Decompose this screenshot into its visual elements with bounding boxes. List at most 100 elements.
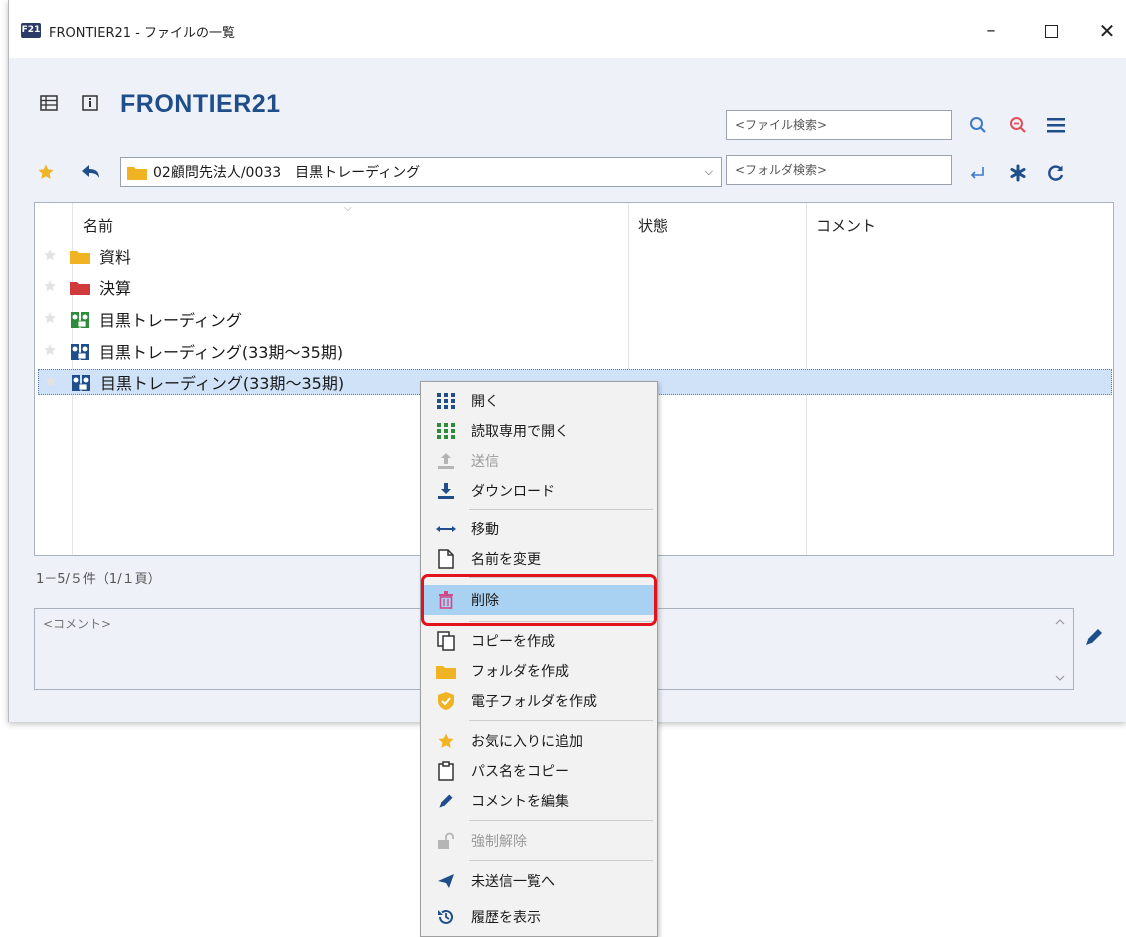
edit-comment-pencil-icon[interactable] [1083,626,1105,652]
download-icon [433,481,459,501]
favorite-star-icon[interactable] [43,342,59,361]
folder-path-dropdown[interactable]: 02顧問先法人/0033 目黒トレーディング ⌵ [120,157,722,187]
menu-item-create-electronic-folder[interactable]: 電子フォルダを作成 [423,686,655,716]
menu-item-delete[interactable]: 削除 [423,585,655,615]
folder-search-input[interactable] [726,155,952,185]
app-logo-icon: F21 [21,23,41,38]
menu-item-label: コピーを作成 [471,634,555,650]
document-icon [433,549,459,569]
info-icon[interactable] [82,95,100,111]
file-name: 資料 [99,248,132,267]
menu-separator [469,577,653,578]
menu-separator [469,820,653,821]
page-count: 1－5/５件（1/１頁） [36,572,161,587]
menu-item-force-unlock[interactable]: 強制解除 [423,826,655,856]
folder-path-text: 02顧問先法人/0033 目黒トレーディング [153,165,421,181]
file-name: 目黒トレーディング(33期～35期) [100,374,345,393]
menu-separator [469,720,653,721]
maximize-button[interactable] [1031,14,1071,48]
window-title: FRONTIER21 - ファイルの一覧 [49,26,235,41]
menu-separator [469,621,653,622]
title-bar: F21 FRONTIER21 - ファイルの一覧 – ✕ [9,0,1126,58]
unlock-icon [433,831,459,851]
menu-item-label: コメントを編集 [471,794,569,810]
column-header-name[interactable]: 名前 [83,215,113,236]
folder-icon [433,661,459,681]
menu-item-label: 未送信一覧へ [471,874,555,890]
menu-item-label: 送信 [471,454,499,470]
menu-item-move[interactable]: 移動 [423,514,655,544]
refresh-icon[interactable] [1043,160,1069,186]
context-menu: 開く 読取専用で開く 送信 ダウンロード 移動 名前を変更 削除 コピーを作成 … [420,381,658,937]
list-view-icon[interactable] [40,95,58,111]
grid-green-icon [433,421,459,441]
enter-icon[interactable] [965,160,991,186]
column-header-comment[interactable]: コメント [816,215,876,236]
clipboard-icon [433,761,459,781]
menu-item-copy[interactable]: コピーを作成 [423,626,655,656]
favorite-star-icon[interactable] [37,163,55,185]
binder-blue-icon [70,373,92,391]
menu-item-open-readonly[interactable]: 読取専用で開く [423,416,655,446]
minimize-button[interactable]: – [971,14,1011,48]
menu-item-label: 名前を変更 [471,552,541,568]
binder-blue-icon [69,342,91,360]
favorite-star-icon[interactable] [43,310,59,329]
file-search-input[interactable] [726,110,952,140]
trash-icon [433,590,459,610]
menu-item-add-favorite[interactable]: お気に入りに追加 [423,726,655,756]
menu-item-edit-comment[interactable]: コメントを編集 [423,786,655,816]
menu-item-label: ダウンロード [471,484,555,500]
list-item[interactable]: 目黒トレーディング [43,306,1107,332]
menu-item-download[interactable]: ダウンロード [423,476,655,506]
column-header-status[interactable]: 状態 [638,215,668,236]
copy-icon [433,631,459,651]
menu-item-show-history[interactable]: 履歴を表示 [423,902,655,932]
menu-item-label: パス名をコピー [471,764,569,780]
menu-item-create-folder[interactable]: フォルダを作成 [423,656,655,686]
back-icon[interactable] [81,164,101,184]
binder-green-icon [69,310,91,328]
folder-icon [127,166,147,180]
menu-separator [469,509,653,510]
menu-icon[interactable] [1043,112,1069,138]
menu-item-label: 読取専用で開く [471,424,569,440]
folder-yellow-icon [69,247,91,265]
menu-item-unsent-list[interactable]: 未送信一覧へ [423,866,655,896]
move-arrow-icon [433,519,459,539]
favorite-star-icon[interactable] [43,278,59,297]
shield-check-icon [433,691,459,711]
comment-scrollbar[interactable] [1049,614,1071,686]
favorite-star-icon[interactable] [44,373,60,392]
menu-item-label: 削除 [471,593,499,609]
list-item[interactable]: 決算 [43,274,1107,300]
search-icon[interactable] [965,112,991,138]
star-icon [433,731,459,751]
list-item[interactable]: 目黒トレーディング(33期～35期) [43,338,1107,364]
menu-item-label: 電子フォルダを作成 [471,694,597,710]
file-name: 目黒トレーディング(33期～35期) [99,343,344,362]
menu-item-send[interactable]: 送信 [423,446,655,476]
menu-item-label: 移動 [471,522,499,538]
chevron-down-icon: ⌵ [704,165,713,178]
folder-red-icon [69,278,91,296]
upload-icon [433,451,459,471]
history-icon [433,907,459,927]
favorite-star-icon[interactable] [43,247,59,266]
grid-icon [433,391,459,411]
app-name: FRONTIER21 [120,90,281,118]
menu-item-label: フォルダを作成 [471,664,569,680]
file-name: 目黒トレーディング [99,311,242,330]
close-button[interactable]: ✕ [1087,14,1126,48]
menu-item-rename[interactable]: 名前を変更 [423,544,655,574]
send-icon [433,871,459,891]
menu-item-copy-path[interactable]: パス名をコピー [423,756,655,786]
menu-item-open[interactable]: 開く [423,386,655,416]
menu-item-label: お気に入りに追加 [471,734,583,750]
file-name: 決算 [99,279,132,298]
asterisk-icon[interactable] [1005,160,1031,186]
list-item[interactable]: 資料 [43,243,1107,269]
sort-indicator-icon: ⌵ [344,203,352,214]
menu-item-label: 開く [471,394,499,410]
search-clear-icon[interactable] [1005,112,1031,138]
